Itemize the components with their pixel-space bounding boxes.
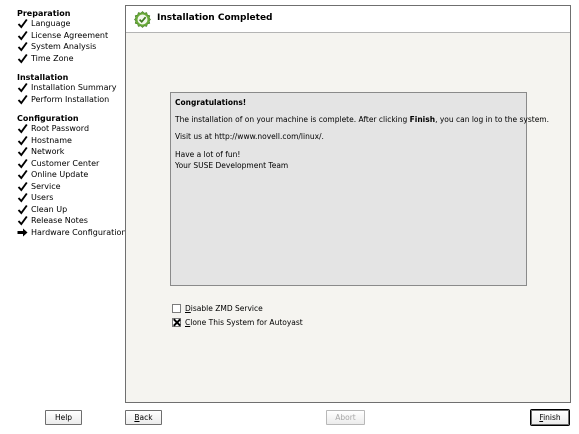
message-text: , you can log in to the system.	[435, 115, 549, 124]
checkmark-icon	[17, 53, 28, 64]
checkmark-icon	[17, 181, 28, 192]
label-text: ack	[139, 413, 153, 422]
section-title-preparation: Preparation	[17, 9, 71, 18]
step-label: System Analysis	[31, 42, 97, 51]
step-users: Users	[17, 192, 53, 203]
step-network: Network	[17, 146, 64, 157]
step-root-password: Root Password	[17, 123, 89, 134]
step-service: Service	[17, 181, 61, 192]
step-label: Language	[31, 19, 71, 28]
installation-steps-sidebar: Preparation Language License Agreement S…	[0, 0, 126, 400]
step-hostname: Hostname	[17, 135, 72, 146]
checkbox-box[interactable]	[172, 304, 181, 313]
step-label: Time Zone	[31, 54, 74, 63]
step-perform-installation: Perform Installation	[17, 94, 109, 105]
back-button[interactable]: Back	[125, 410, 162, 425]
step-label: Perform Installation	[31, 95, 110, 104]
message-line-complete: The installation of on your machine is c…	[175, 115, 549, 124]
message-line-fun: Have a lot of fun!	[175, 150, 241, 159]
step-label: Installation Summary	[31, 83, 117, 92]
clone-system-autoyast-checkbox[interactable]: Clone This System for Autoyast	[172, 317, 303, 328]
step-time-zone: Time Zone	[17, 53, 74, 64]
checkbox-label[interactable]: Disable ZMD Service	[185, 304, 263, 313]
label-text: isable ZMD Service	[190, 304, 263, 313]
step-label: License Agreement	[31, 31, 109, 40]
checkmark-icon	[17, 18, 28, 29]
checkbox-label[interactable]: Clone This System for Autoyast	[185, 318, 303, 327]
page-title: Installation Completed	[157, 13, 273, 23]
checkmark-icon	[17, 135, 28, 146]
checkmark-icon	[17, 146, 28, 157]
checkmark-icon	[17, 204, 28, 215]
checkmark-icon	[17, 82, 28, 93]
checkmark-icon	[17, 169, 28, 180]
step-label: Online Update	[31, 170, 89, 179]
label-text: lone This System for Autoyast	[190, 318, 303, 327]
step-clean-up: Clean Up	[17, 204, 67, 215]
step-label: Hostname	[31, 136, 72, 145]
checkbox-box[interactable]	[172, 318, 181, 327]
step-system-analysis: System Analysis	[17, 41, 96, 52]
help-button[interactable]: Help	[45, 410, 82, 425]
step-label: Service	[31, 182, 61, 191]
message-heading: Congratulations!	[175, 98, 247, 107]
arrow-right-icon	[17, 227, 28, 238]
checkmark-icon	[17, 94, 28, 105]
disable-zmd-service-checkbox[interactable]: Disable ZMD Service	[172, 303, 263, 314]
step-label: Users	[31, 193, 54, 202]
message-text: The installation of on your machine is c…	[175, 115, 410, 124]
congratulations-message: Congratulations! The installation of on …	[170, 92, 549, 286]
step-language: Language	[17, 18, 70, 29]
message-line-visit: Visit us at http://www.novell.com/linux/…	[175, 132, 324, 141]
step-installation-summary: Installation Summary	[17, 82, 117, 93]
label-text: inish	[543, 413, 561, 422]
checkmark-icon	[17, 215, 28, 226]
check-badge-icon	[134, 11, 151, 28]
step-license-agreement: License Agreement	[17, 30, 108, 41]
checkmark-icon	[17, 123, 28, 134]
step-label: Release Notes	[31, 216, 88, 225]
abort-button[interactable]: Abort	[326, 410, 365, 425]
checkmark-icon	[17, 30, 28, 41]
step-label: Customer Center	[31, 159, 100, 168]
step-release-notes: Release Notes	[17, 215, 88, 226]
checkmark-icon	[17, 41, 28, 52]
message-bold-finish: Finish	[409, 115, 436, 124]
message-line-signature: Your SUSE Development Team	[175, 161, 289, 170]
checkmark-icon	[17, 158, 28, 169]
step-hardware-configuration: Hardware Configuration	[17, 227, 126, 238]
step-label: Root Password	[31, 124, 90, 133]
main-content-panel: Installation Completed Congratulations! …	[125, 5, 571, 403]
section-title-installation: Installation	[17, 73, 69, 82]
checkmark-icon	[17, 192, 28, 203]
step-label: Clean Up	[31, 205, 68, 214]
page-header: Installation Completed	[126, 6, 570, 33]
step-label: Hardware Configuration	[31, 228, 127, 237]
section-title-configuration: Configuration	[17, 114, 79, 123]
step-customer-center: Customer Center	[17, 158, 99, 169]
finish-button[interactable]: Finish	[531, 410, 569, 425]
step-label: Network	[31, 147, 65, 156]
step-online-update: Online Update	[17, 169, 88, 180]
